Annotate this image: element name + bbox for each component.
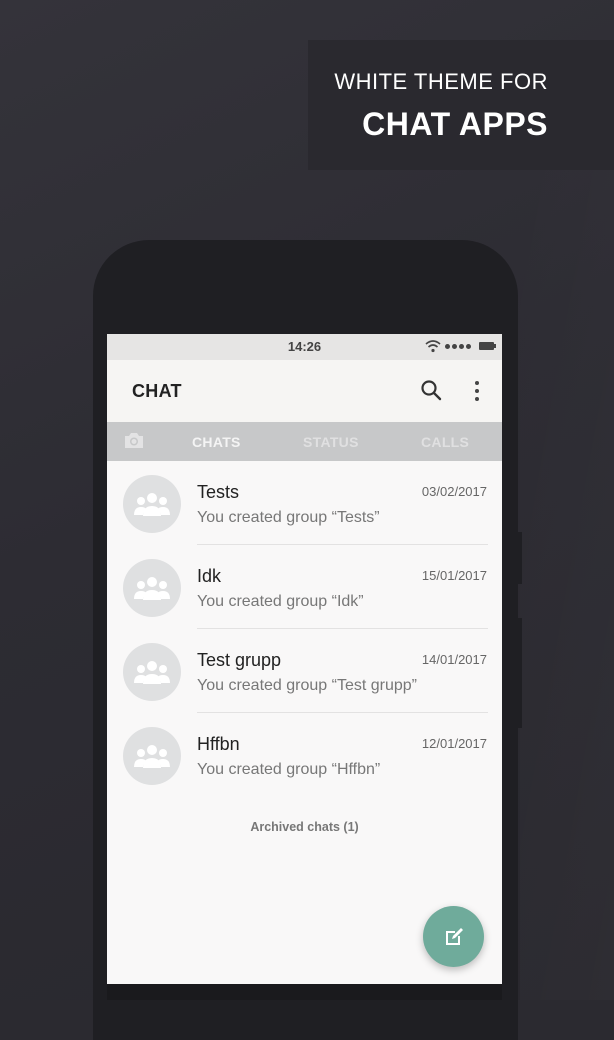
- group-avatar: [123, 475, 181, 533]
- chat-preview: You created group “Idk”: [197, 593, 364, 610]
- status-bar: 14:26: [107, 334, 502, 360]
- group-icon: [134, 493, 170, 516]
- promo-subtitle: WHITE THEME FOR: [334, 69, 548, 94]
- promo-title: CHAT APPS: [362, 106, 548, 142]
- wifi-icon: [425, 340, 441, 353]
- volume-button: [516, 532, 522, 584]
- chat-row[interactable]: Tests 03/02/2017 You created group “Test…: [107, 461, 502, 545]
- search-icon[interactable]: [420, 379, 442, 401]
- chat-date: 03/02/2017: [421, 484, 487, 499]
- background-accent: [520, 170, 614, 1000]
- group-avatar: [123, 727, 181, 785]
- chat-date: 15/01/2017: [421, 568, 487, 583]
- new-chat-button[interactable]: [423, 906, 484, 967]
- app-bar: CHAT: [107, 360, 502, 422]
- group-icon: [134, 745, 170, 768]
- camera-icon[interactable]: [123, 431, 145, 450]
- chat-row[interactable]: Idk 15/01/2017 You created group “Idk”: [107, 545, 502, 629]
- compose-icon: [445, 927, 463, 945]
- chat-name: Hffbn: [197, 734, 240, 754]
- chat-preview: You created group “Tests”: [197, 509, 380, 526]
- group-avatar: [123, 643, 181, 701]
- chat-name: Idk: [197, 566, 222, 586]
- more-vert-icon[interactable]: [474, 381, 480, 401]
- chat-row[interactable]: Test grupp 14/01/2017 You created group …: [107, 629, 502, 713]
- chat-name: Tests: [197, 482, 240, 502]
- phone-screen: 14:26 CHAT CHATS STATUS CALLS Tests 03/0…: [107, 334, 502, 984]
- signal-icon: [445, 343, 471, 349]
- tab-chats[interactable]: CHATS: [192, 434, 241, 450]
- group-icon: [134, 577, 170, 600]
- chat-preview: You created group “Test grupp”: [197, 677, 417, 694]
- archived-chats-link[interactable]: Archived chats (1): [107, 820, 502, 834]
- chat-row[interactable]: Hffbn 12/01/2017 You created group “Hffb…: [107, 713, 502, 797]
- chat-list: Tests 03/02/2017 You created group “Test…: [107, 461, 502, 797]
- app-title: CHAT: [132, 381, 182, 401]
- tab-calls[interactable]: CALLS: [421, 434, 469, 450]
- status-icons: [425, 339, 496, 353]
- chat-date: 12/01/2017: [421, 736, 487, 751]
- battery-icon: [479, 342, 496, 350]
- promo-headline: WHITE THEME FOR CHAT APPS: [334, 68, 548, 146]
- chat-date: 14/01/2017: [421, 652, 487, 667]
- chat-name: Test grupp: [197, 650, 282, 670]
- tab-bar: CHATS STATUS CALLS: [107, 422, 502, 461]
- power-button: [516, 618, 522, 728]
- chat-preview: You created group “Hffbn”: [197, 761, 381, 778]
- group-avatar: [123, 559, 181, 617]
- tab-status[interactable]: STATUS: [303, 434, 359, 450]
- phone-bottom-bezel: [107, 984, 502, 1000]
- group-icon: [134, 661, 170, 684]
